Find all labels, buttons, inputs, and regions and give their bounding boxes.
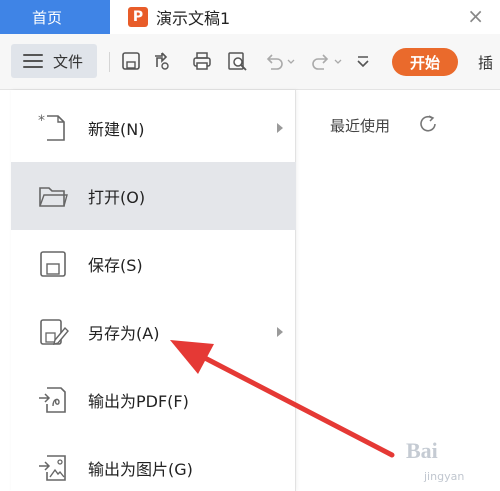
new-file-icon: * — [38, 113, 65, 141]
presentation-doc-icon: P — [128, 7, 148, 27]
tab-document[interactable]: P 演示文稿1 — [110, 0, 500, 34]
undo-dropdown-icon[interactable] — [286, 50, 296, 72]
undo-icon[interactable] — [263, 50, 285, 72]
menu-item-label: 输出为图片(G) — [88, 460, 193, 479]
menu-item-new[interactable]: * 新建(N) — [11, 94, 296, 162]
menu-item-open[interactable]: 打开(O) — [11, 162, 296, 230]
menu-item-export-pdf[interactable]: 输出为PDF(F) — [11, 366, 296, 434]
menu-item-label: 输出为PDF(F) — [88, 392, 189, 411]
save-icon — [40, 251, 66, 277]
redo-icon[interactable] — [310, 50, 332, 72]
open-folder-icon — [39, 187, 68, 207]
insert-tab[interactable]: 插 — [478, 52, 493, 73]
print-preview-icon[interactable] — [226, 50, 248, 72]
export-image-icon — [39, 455, 66, 481]
print-icon[interactable] — [191, 50, 213, 72]
menu-item-save[interactable]: 保存(S) — [11, 230, 296, 298]
tab-home-label: 首页 — [32, 8, 63, 27]
menu-item-label: 保存(S) — [88, 256, 143, 275]
file-menu-button[interactable]: 文件 — [11, 44, 97, 78]
quick-toolbar: 文件 开始 插 — [0, 34, 500, 90]
svg-text:*: * — [38, 113, 45, 129]
submenu-arrow-icon — [277, 327, 283, 337]
more-dropdown-icon[interactable] — [352, 50, 374, 72]
save-as-icon — [40, 319, 69, 345]
menu-item-label: 新建(N) — [88, 120, 145, 139]
tab-home[interactable]: 首页 — [0, 0, 110, 34]
export-pdf-icon — [39, 387, 66, 413]
redo-dropdown-icon[interactable] — [333, 50, 343, 72]
save-as-cloud-icon[interactable] — [151, 50, 173, 72]
start-tab-button[interactable]: 开始 — [392, 48, 458, 76]
refresh-icon[interactable] — [417, 113, 439, 135]
watermark-sub: jingyan — [424, 470, 465, 483]
file-menu-panel: * 新建(N) 打开(O) 保存(S) 另存为(A) 输出为PDF(F) 输出为… — [11, 90, 296, 491]
toolbar-divider — [109, 52, 110, 72]
file-menu-label: 文件 — [53, 52, 84, 71]
save-icon[interactable] — [120, 50, 142, 72]
submenu-arrow-icon — [277, 123, 283, 133]
menu-item-export-image[interactable]: 输出为图片(G) — [11, 434, 296, 491]
menu-item-label: 另存为(A) — [88, 324, 160, 343]
recent-title: 最近使用 — [330, 117, 391, 135]
baidu-watermark: Bai jingyan — [388, 438, 500, 491]
menu-item-label: 打开(O) — [88, 188, 146, 207]
tab-document-title: 演示文稿1 — [156, 9, 231, 28]
menu-item-save-as[interactable]: 另存为(A) — [11, 298, 296, 366]
close-icon[interactable]: × — [467, 4, 484, 28]
hamburger-icon — [23, 54, 43, 68]
watermark-brand: Bai — [406, 438, 438, 463]
tab-bar: 首页 P 演示文稿1 × — [0, 0, 500, 34]
